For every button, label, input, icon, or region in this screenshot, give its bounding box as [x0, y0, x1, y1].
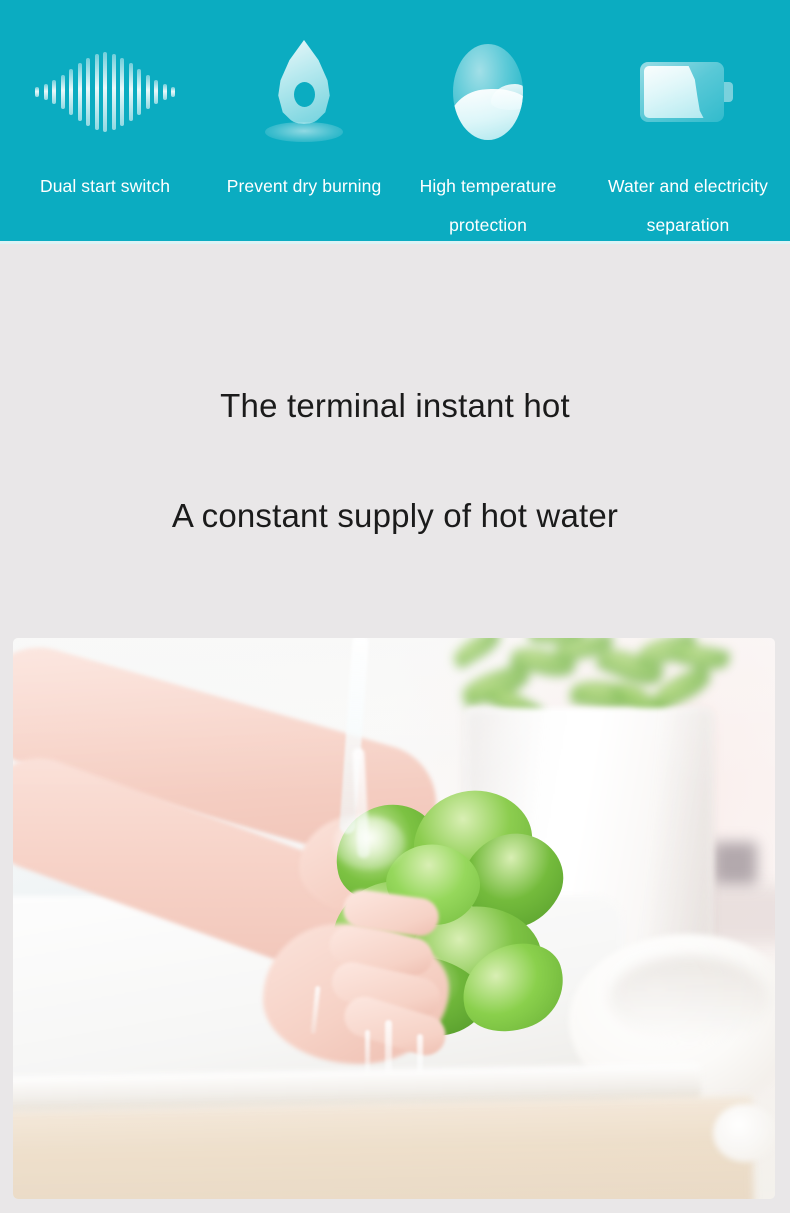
sound-wave-bar-10 — [111, 54, 116, 130]
sound-wave-bar-12 — [128, 63, 133, 121]
feature-label-dual-start-switch: Dual start switch — [39, 176, 171, 196]
sound-wave-bar-2 — [43, 84, 48, 100]
sound-wave-bar-9 — [103, 52, 107, 132]
sound-wave-bar-8 — [94, 54, 99, 130]
battery-separation-icon — [580, 38, 790, 146]
photo-background — [13, 638, 775, 1199]
wooden-countertop — [13, 1096, 754, 1199]
water-drop-icon — [206, 38, 402, 146]
product-detail-page: Dual start switch Prevent dry burning Hi… — [0, 0, 790, 1213]
water-drop-hole — [294, 82, 315, 107]
feature-item-high-temperature-protection[interactable]: High temperature protection — [398, 0, 578, 241]
sound-wave-bar-1 — [35, 87, 39, 97]
temperature-wave-icon — [398, 38, 578, 146]
feature-label-prevent-dry-burning: Prevent dry burning — [226, 176, 382, 196]
white-bowl-interior — [609, 956, 769, 1042]
sound-wave-bar-7 — [86, 58, 90, 126]
sound-wave-bar-5 — [69, 69, 73, 115]
water-splash — [333, 816, 405, 870]
small-bowl — [713, 1104, 775, 1162]
sound-wave-bar-11 — [120, 58, 124, 126]
sound-wave-bar-3 — [52, 80, 56, 104]
battery-terminal — [724, 82, 733, 102]
sound-wave-bar-14 — [145, 75, 150, 109]
sound-wave-bar-17 — [171, 87, 175, 97]
feature-band: Dual start switch Prevent dry burning Hi… — [0, 0, 790, 241]
battery-wave-fill — [644, 66, 704, 118]
feature-item-prevent-dry-burning[interactable]: Prevent dry burning — [206, 0, 402, 241]
feature-item-water-electricity-separation[interactable]: Water and electricity separation — [580, 0, 790, 241]
feature-label-water-electricity-separation: Water and electricity separation — [608, 176, 768, 235]
sound-wave-bar-15 — [154, 80, 158, 104]
sound-wave-bar-13 — [137, 69, 141, 115]
water-drop-base — [265, 122, 343, 142]
sound-wave-bar-4 — [60, 75, 65, 109]
temperature-oval-body — [453, 44, 523, 140]
plant-leaf-12 — [449, 638, 505, 670]
headline-line-1: The terminal instant hot — [220, 387, 570, 424]
sound-wave-bar-16 — [162, 84, 167, 100]
headline-line-2: A constant supply of hot water — [171, 497, 619, 534]
wall-outlet — [713, 842, 757, 884]
battery-shell — [640, 62, 724, 122]
headline-section: The terminal instant hot A constant supp… — [0, 244, 790, 636]
feature-item-dual-start-switch[interactable]: Dual start switch — [7, 0, 203, 241]
sound-wave-icon — [7, 38, 203, 146]
feature-label-high-temperature-protection: High temperature protection — [419, 176, 557, 235]
sound-wave-bar-6 — [77, 63, 82, 121]
lifestyle-photo — [13, 638, 775, 1199]
